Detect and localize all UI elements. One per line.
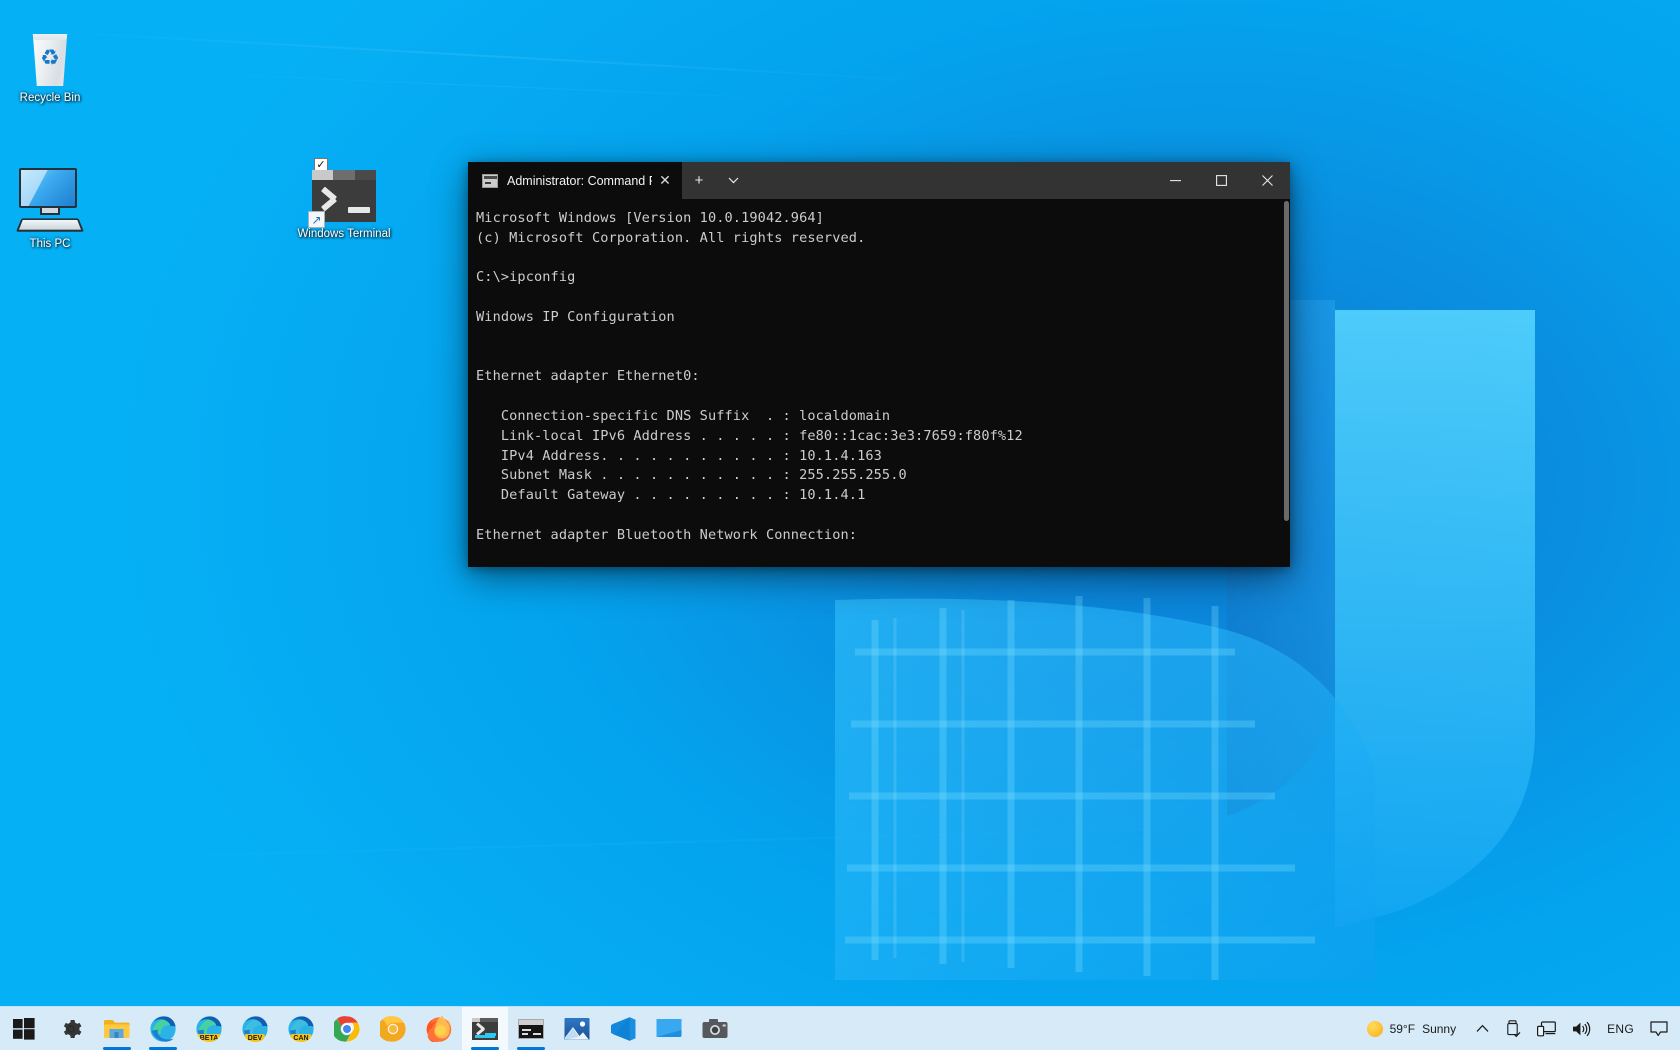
command-prompt-icon: [518, 1019, 544, 1039]
titlebar-drag-area[interactable]: [750, 162, 1152, 199]
wallpaper-light-streak: [40, 30, 939, 82]
keyboard-icon: [16, 218, 84, 231]
desktop-icon-recycle-bin[interactable]: ♻ Recycle Bin: [2, 14, 98, 105]
firefox-button[interactable]: [416, 1007, 462, 1050]
edge-button[interactable]: [140, 1007, 186, 1050]
windows-terminal-icon: [472, 1018, 498, 1040]
recycle-bin-icon: ♻: [2, 14, 98, 86]
minimize-button[interactable]: [1152, 162, 1198, 199]
edge-canary-icon: CAN: [288, 1016, 314, 1042]
vscode-button[interactable]: [600, 1007, 646, 1050]
new-tab-button[interactable]: +: [682, 162, 716, 199]
folder-icon: [104, 1018, 130, 1040]
vscode-icon: [610, 1016, 636, 1042]
chromium-icon: [380, 1016, 406, 1042]
windows-terminal-icon: ✓ ↗: [296, 150, 392, 222]
chevron-down-icon[interactable]: [716, 162, 750, 199]
desktop-icon-windows-terminal[interactable]: ✓ ↗ Windows Terminal: [296, 150, 392, 241]
monitor-icon: [19, 168, 77, 208]
this-pc-icon: [2, 160, 98, 232]
terminal-output-text: Microsoft Windows [Version 10.0.19042.96…: [476, 209, 1290, 546]
usb-eject-icon: [1505, 1020, 1521, 1038]
safely-remove-hardware-button[interactable]: [1497, 1007, 1529, 1050]
desktop[interactable]: ♻ Recycle Bin This PC ✓ ↗: [0, 0, 1680, 1050]
weather-condition: Sunny: [1422, 1022, 1456, 1036]
command-prompt-button[interactable]: [508, 1007, 554, 1050]
edge-dev-button[interactable]: DEV: [232, 1007, 278, 1050]
wallpaper-light-streak: [120, 70, 879, 103]
command-prompt-icon: [482, 174, 498, 188]
taskbar[interactable]: BETA DEV C: [0, 1006, 1680, 1050]
edge-canary-button[interactable]: CAN: [278, 1007, 324, 1050]
tab-title: Administrator: Command Prom: [507, 174, 652, 188]
camera-icon: [702, 1018, 728, 1040]
firefox-icon: [426, 1016, 452, 1042]
edge-canary-badge: CAN: [290, 1034, 311, 1042]
desktop-icon-this-pc[interactable]: This PC: [2, 160, 98, 251]
recycle-bin-lid-icon: [23, 26, 77, 40]
input-language-button[interactable]: ENG: [1599, 1007, 1642, 1050]
edge-dev-badge: DEV: [245, 1034, 265, 1042]
weather-temperature: 59°F: [1390, 1022, 1415, 1036]
action-center-icon: [1650, 1021, 1668, 1037]
scrollbar-thumb[interactable]: [1284, 201, 1289, 521]
desktop-icon-label: This PC: [2, 237, 98, 251]
tab-strip[interactable]: Administrator: Command Prom ✕: [468, 162, 682, 199]
chromium-button[interactable]: [370, 1007, 416, 1050]
terminal-icon-titlebar: [312, 170, 376, 180]
shortcut-arrow-icon: ↗: [308, 211, 325, 228]
edge-beta-icon: BETA: [196, 1016, 222, 1042]
terminal-scrollbar[interactable]: [1283, 199, 1290, 567]
photos-icon: [564, 1017, 590, 1041]
tab-administrator-command-prompt[interactable]: Administrator: Command Prom ✕: [468, 162, 682, 199]
edge-dev-icon: DEV: [242, 1016, 268, 1042]
sun-icon: [1367, 1021, 1383, 1037]
volume-button[interactable]: [1564, 1007, 1599, 1050]
windows-terminal-button[interactable]: [462, 1007, 508, 1050]
chevron-right-icon: [321, 188, 343, 210]
action-center-button[interactable]: [1642, 1007, 1676, 1050]
remote-desktop-icon: [656, 1018, 682, 1040]
chrome-icon: [334, 1016, 360, 1042]
maximize-button[interactable]: [1198, 162, 1244, 199]
desktop-icon-label: Windows Terminal: [296, 227, 392, 241]
cursor-underscore-icon: [348, 207, 370, 213]
close-button[interactable]: [1244, 162, 1290, 199]
edge-beta-button[interactable]: BETA: [186, 1007, 232, 1050]
speaker-icon: [1572, 1021, 1591, 1037]
network-status-button[interactable]: [1529, 1007, 1564, 1050]
file-explorer-button[interactable]: [94, 1007, 140, 1050]
snipping-tool-button[interactable]: [692, 1007, 738, 1050]
weather-widget[interactable]: 59°F Sunny: [1361, 1007, 1469, 1050]
remote-desktop-button[interactable]: [646, 1007, 692, 1050]
desktop-icon-label: Recycle Bin: [2, 91, 98, 105]
start-button[interactable]: [0, 1007, 48, 1050]
network-icon: [1537, 1021, 1556, 1037]
edge-beta-badge: BETA: [197, 1034, 222, 1042]
system-tray[interactable]: 59°F Sunny: [1361, 1007, 1680, 1050]
terminal-content-area[interactable]: Microsoft Windows [Version 10.0.19042.96…: [468, 199, 1290, 567]
chevron-up-icon: [1476, 1024, 1489, 1033]
settings-button[interactable]: [48, 1007, 94, 1050]
window-controls[interactable]: [1152, 162, 1290, 199]
monitor-stand-icon: [40, 208, 60, 215]
edge-icon: [150, 1016, 176, 1042]
tab-close-button[interactable]: ✕: [652, 168, 678, 194]
chrome-button[interactable]: [324, 1007, 370, 1050]
wallpaper-light-streak: [0, 824, 1300, 862]
window-titlebar[interactable]: Administrator: Command Prom ✕ +: [468, 162, 1290, 199]
recycle-arrows-icon: ♻: [40, 47, 60, 69]
windows-terminal-window[interactable]: Administrator: Command Prom ✕ +: [468, 162, 1290, 567]
photos-button[interactable]: [554, 1007, 600, 1050]
gear-icon: [59, 1017, 83, 1041]
windows-logo-icon: [13, 1018, 35, 1040]
show-hidden-icons-button[interactable]: [1468, 1007, 1497, 1050]
